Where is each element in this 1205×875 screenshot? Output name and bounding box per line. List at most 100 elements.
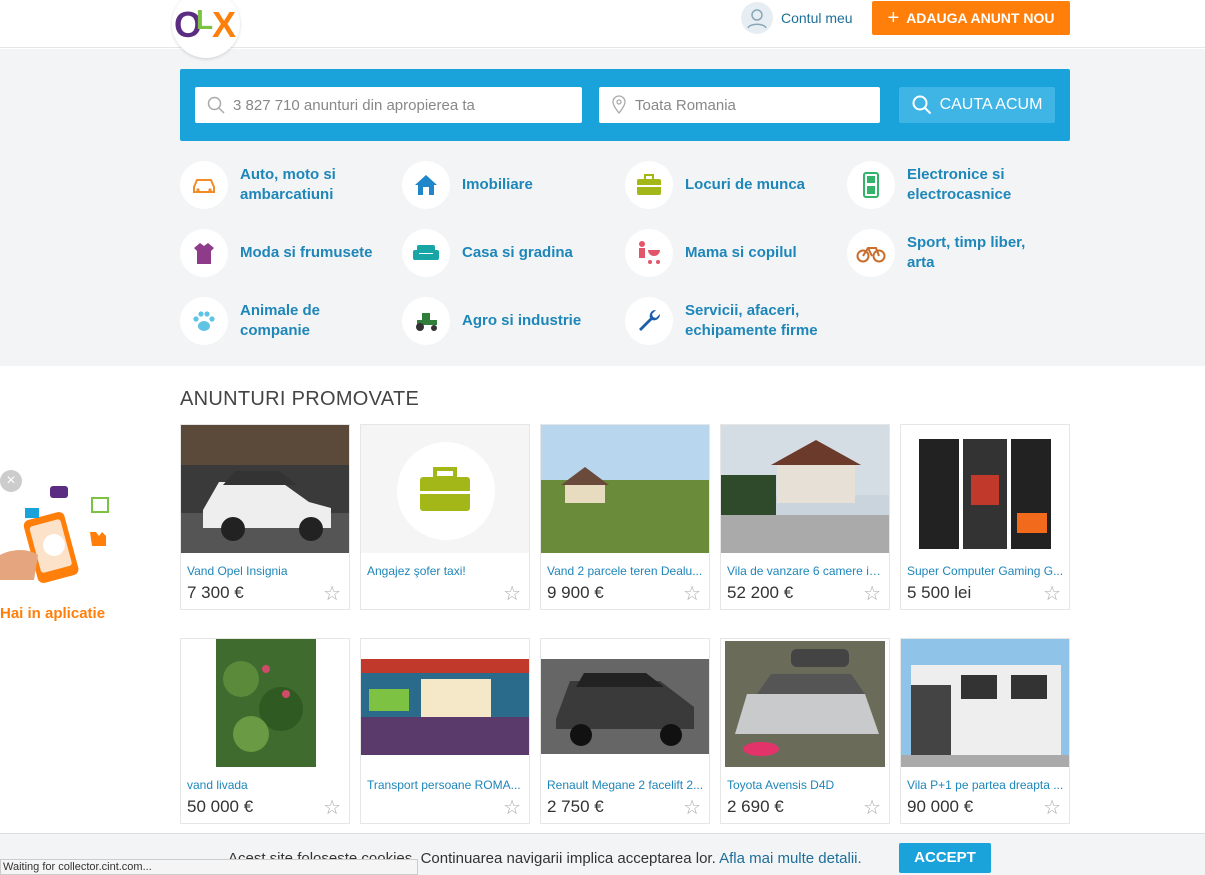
top-header: O L X Contul meu + ADAUGA ANUNT NOU [0,0,1205,58]
category-label: Electronice si electrocasnice [907,166,1012,203]
category-locuri-munca[interactable]: Locuri de munca [625,161,835,209]
category-auto[interactable]: Auto, moto si ambarcatiuni [180,161,390,209]
listing-card[interactable]: Vila de vanzare 6 camere in... 52 200 € … [720,424,890,610]
listing-image [901,639,1069,767]
listing-card[interactable]: vand livada 50 000 € ☆ [180,638,350,824]
favorite-star-icon[interactable]: ☆ [683,795,701,820]
category-agro[interactable]: Agro si industrie [402,297,612,345]
category-servicii[interactable]: Servicii, afaceri, echipamente firme [625,297,835,345]
account-link[interactable]: Contul meu [741,2,853,34]
category-label: Animale de companie [240,302,321,339]
listing-card[interactable]: Super Computer Gaming G... 5 500 lei ☆ [900,424,1070,610]
favorite-star-icon[interactable]: ☆ [503,795,521,820]
listing-price: 7 300 € [187,583,244,602]
accept-cookies-button[interactable]: ACCEPT [899,843,991,873]
category-label: Imobiliare [462,176,533,193]
search-placeholder: 3 827 710 anunturi din apropierea ta [233,96,475,114]
clothes-icon [180,229,228,277]
listing-image-placeholder [361,425,529,553]
listing-card[interactable]: Vila P+1 pe partea dreapta ... 90 000 € … [900,638,1070,824]
search-icon [912,95,931,115]
favorite-star-icon[interactable]: ☆ [863,795,881,820]
category-imobiliare[interactable]: Imobiliare [402,161,612,209]
search-button[interactable]: CAUTA ACUM [899,87,1055,123]
listing-image [181,639,349,767]
listing-card[interactable]: Renault Megane 2 facelift 2... 2 750 € ☆ [540,638,710,824]
favorite-star-icon[interactable]: ☆ [503,581,521,606]
wrench-icon [625,297,673,345]
sofa-icon [402,229,450,277]
listing-image [541,425,709,553]
post-ad-button[interactable]: + ADAUGA ANUNT NOU [872,1,1070,35]
listing-price: 2 750 € [547,797,604,816]
listing-image [721,425,889,553]
category-label: Agro si industrie [462,312,582,329]
paw-icon [180,297,228,345]
search-input[interactable]: 3 827 710 anunturi din apropierea ta [195,87,582,123]
listing-card[interactable]: Transport persoane ROMA... ☆ [360,638,530,824]
user-avatar-icon [741,2,773,34]
listing-title: vand livada [187,778,248,792]
category-label: Moda si frumusete [240,244,373,261]
listing-image [901,425,1069,553]
category-electronice[interactable]: Electronice si electrocasnice [847,161,1057,209]
category-animale[interactable]: Animale de companie [180,297,390,345]
listing-image [541,639,709,767]
listing-title: Vand 2 parcele teren Dealu... [547,564,703,578]
favorite-star-icon[interactable]: ☆ [1043,581,1061,606]
car-icon [180,161,228,209]
post-ad-label: ADAUGA ANUNT NOU [906,10,1055,26]
listing-card[interactable]: Angajez şofer taxi! ☆ [360,424,530,610]
listing-title: Renault Megane 2 facelift 2... [547,778,704,792]
bicycle-icon [847,229,895,277]
search-icon [207,96,225,114]
location-placeholder: Toata Romania [635,96,736,114]
listing-price: 90 000 € [907,797,974,816]
house-icon [402,161,450,209]
category-casa-gradina[interactable]: Casa si gradina [402,229,612,277]
phone-icon [847,161,895,209]
tractor-icon [402,297,450,345]
listing-card[interactable]: Vand Opel Insignia 7 300 € ☆ [180,424,350,610]
briefcase-icon [625,161,673,209]
listing-title: Transport persoane ROMA... [367,778,521,792]
category-moda[interactable]: Moda si frumusete [180,229,390,277]
app-promo-illustration [0,486,109,583]
listing-image [721,639,889,767]
listing-title: Vila de vanzare 6 camere in... [727,564,885,578]
promoted-title: ANUNTURI PROMOVATE [180,388,420,410]
listing-title: Super Computer Gaming G... [907,564,1064,578]
favorite-star-icon[interactable]: ☆ [1043,795,1061,820]
favorite-star-icon[interactable]: ☆ [683,581,701,606]
category-label: Locuri de munca [685,176,806,193]
app-promo-label[interactable]: Hai in aplicatie [0,605,105,622]
listing-card[interactable]: Toyota Avensis D4D 2 690 € ☆ [720,638,890,824]
favorite-star-icon[interactable]: ☆ [323,581,341,606]
category-sport[interactable]: Sport, timp liber, arta [847,229,1057,277]
listing-price: 2 690 € [727,797,784,816]
plus-icon: + [887,6,900,29]
location-input[interactable]: Toata Romania [599,87,880,123]
listing-price: 52 200 € [727,583,794,602]
listing-price: 5 500 lei [907,583,972,602]
search-bar: 3 827 710 anunturi din apropierea ta Toa… [180,69,1070,141]
listing-title: Toyota Avensis D4D [727,778,835,792]
account-label: Contul meu [781,10,853,26]
category-label: Servicii, afaceri, echipamente firme [685,302,818,339]
browser-status-bar: Waiting for collector.cint.com... [0,859,418,875]
location-pin-icon [612,95,626,114]
cookie-details-link[interactable]: Afla mai multe detalii. [719,850,862,867]
listing-title: Vand Opel Insignia [187,564,288,578]
stroller-icon [625,229,673,277]
favorite-star-icon[interactable]: ☆ [323,795,341,820]
logo-letter-x: X [212,4,237,45]
category-label: Casa si gradina [462,244,573,261]
category-label: Mama si copilul [685,244,797,261]
favorite-star-icon[interactable]: ☆ [863,581,881,606]
listing-title: Angajez şofer taxi! [367,564,466,578]
listing-image [181,425,349,553]
category-mama-copilul[interactable]: Mama si copilul [625,229,835,277]
listing-card[interactable]: Vand 2 parcele teren Dealu... 9 900 € ☆ [540,424,710,610]
listing-title: Vila P+1 pe partea dreapta ... [907,778,1064,792]
listing-price: 50 000 € [187,797,254,816]
